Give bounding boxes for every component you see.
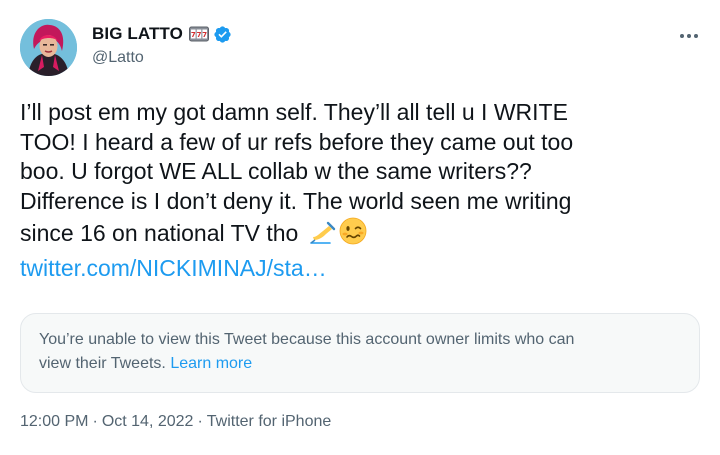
dot: [694, 34, 698, 38]
profile-avatar[interactable]: [20, 19, 77, 76]
tweet-source[interactable]: Twitter for iPhone: [207, 413, 332, 430]
author-name-row[interactable]: BIG LATTO 7 7 7: [92, 23, 232, 45]
tweet-text: I’ll post em my got damn self. They’ll a…: [20, 98, 710, 283]
author-display-name[interactable]: BIG LATTO: [92, 24, 183, 44]
tweet-metadata: 12:00 PM · Oct 14, 2022 · Twitter for iPhone: [20, 413, 331, 431]
tweet-text-line: boo. U forgot WE ALL collab w the same w…: [20, 158, 532, 184]
tweet-text-line: Difference is I don’t deny it. The world…: [20, 187, 572, 214]
tweet-text-line: TOO! I heard a few of ur refs before the…: [20, 128, 574, 155]
tweet-text-line-last: since 16 on national TV tho: [20, 216, 710, 254]
tweet-card: BIG LATTO 7 7 7 @Latto I’ll post em my g…: [0, 0, 720, 455]
svg-text:7: 7: [197, 31, 202, 39]
dot: [680, 34, 684, 38]
notice-text-line-2: view their Tweets. Learn more: [39, 352, 681, 376]
tweet-text-line: since 16 on national TV tho: [20, 220, 299, 246]
tweet-text-line: I’ll post em my got damn self. They’ll a…: [20, 99, 568, 125]
svg-text:7: 7: [191, 31, 196, 39]
verified-badge-icon: [213, 25, 232, 44]
tweet-time[interactable]: 12:00 PM: [20, 413, 88, 430]
separator: ·: [92, 413, 98, 430]
more-options-icon[interactable]: [676, 26, 702, 46]
dot: [687, 34, 691, 38]
learn-more-link[interactable]: Learn more: [170, 355, 252, 372]
svg-text:7: 7: [202, 31, 207, 39]
author-handle[interactable]: @Latto: [92, 49, 144, 67]
writing-hand-icon: [308, 219, 336, 253]
separator: ·: [197, 413, 203, 430]
slot-machine-icon: 7 7 7: [188, 26, 209, 42]
quoted-tweet-link[interactable]: twitter.com/NICKIMINAJ/sta…: [20, 254, 710, 284]
notice-text: view their Tweets.: [39, 355, 166, 372]
unavailable-tweet-notice: You’re unable to view this Tweet because…: [20, 313, 700, 393]
tweet-date[interactable]: Oct 14, 2022: [102, 413, 194, 430]
woozy-face-icon: [338, 216, 368, 254]
notice-text: You’re unable to view this Tweet because…: [39, 331, 575, 348]
